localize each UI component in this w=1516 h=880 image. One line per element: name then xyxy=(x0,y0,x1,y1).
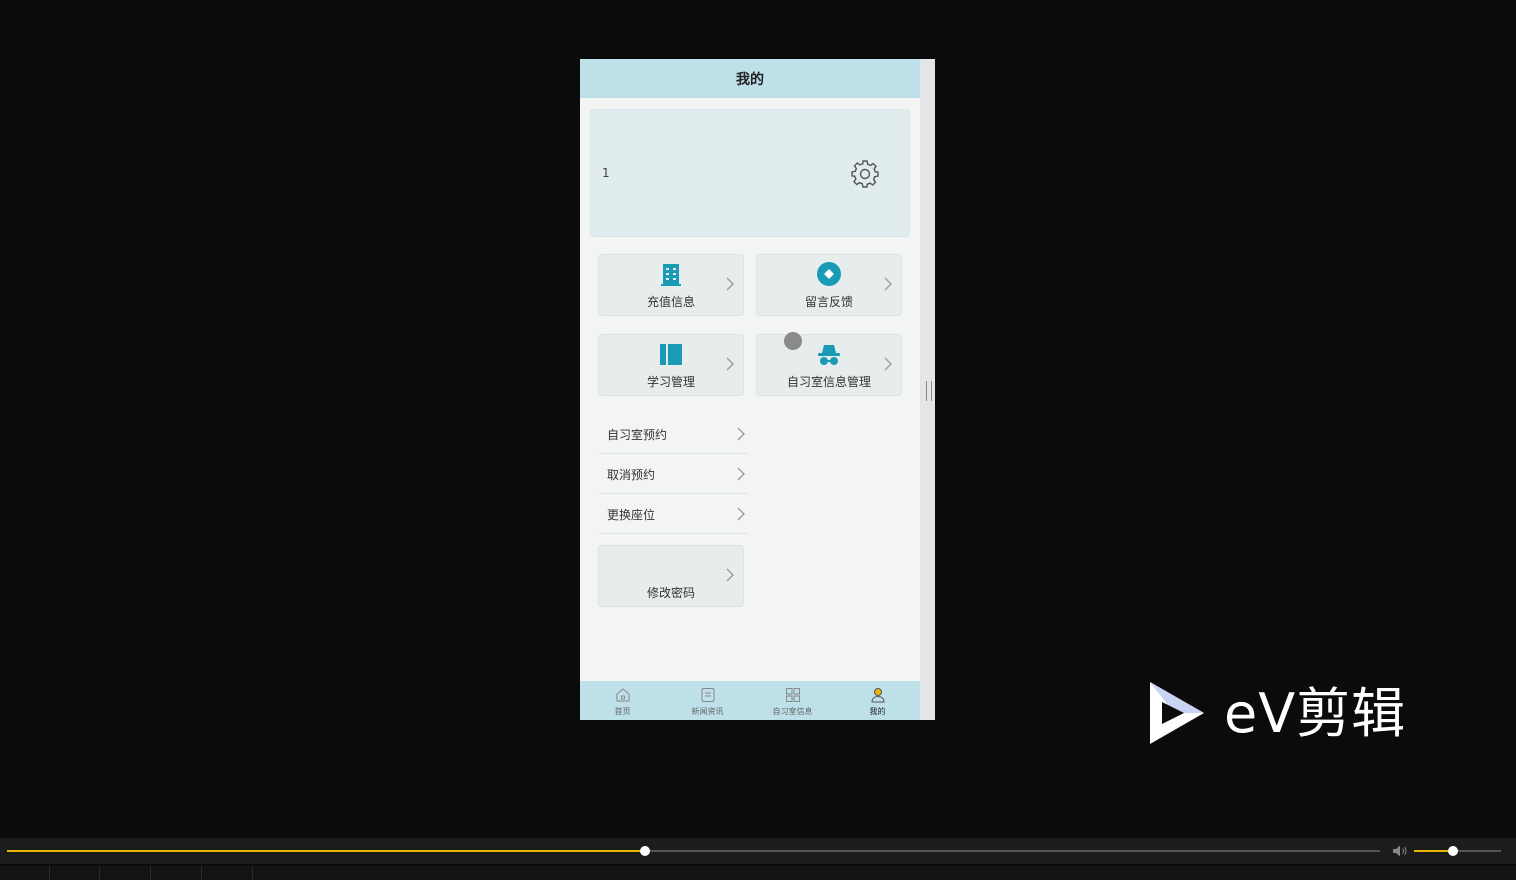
seek-bar-remaining[interactable] xyxy=(645,850,1380,852)
touch-cursor-indicator xyxy=(784,332,802,350)
strip-cell xyxy=(152,866,202,880)
tile-label: 修改密码 xyxy=(646,586,695,600)
watermark-text: eV剪辑 xyxy=(1224,682,1407,745)
profile-username: 1 xyxy=(602,166,610,180)
volume-handle[interactable] xyxy=(1448,846,1458,856)
tile-feedback[interactable]: 留言反馈 xyxy=(756,254,902,316)
tab-label: 自习室信息 xyxy=(772,707,813,716)
volume-bar-remaining[interactable] xyxy=(1454,850,1501,852)
tile-study-room-management[interactable]: 自习室信息管理 xyxy=(756,334,902,396)
building-icon xyxy=(661,264,681,286)
list-item-change-seat[interactable]: 更换座位 xyxy=(598,494,748,534)
chevron-right-icon xyxy=(884,357,892,371)
ev-watermark: eV剪辑 xyxy=(1144,676,1444,752)
chevron-right-icon xyxy=(737,467,745,481)
gear-icon[interactable] xyxy=(849,158,881,190)
chevron-right-icon xyxy=(737,507,745,521)
tile-label: 学习管理 xyxy=(646,375,695,389)
grid-icon xyxy=(786,688,800,702)
phone-screen: 我的 1 充值信息 留言反馈 学习管理 自习室信息管理 自习室预约 取消预约 更… xyxy=(580,59,935,720)
ev-play-logo-icon xyxy=(1150,682,1204,744)
strip-cell xyxy=(101,866,151,880)
seek-bar-played[interactable] xyxy=(7,850,645,852)
tile-label: 留言反馈 xyxy=(804,295,853,309)
list-item-reserve-room[interactable]: 自习室预约 xyxy=(598,414,748,454)
scrollbar-grip[interactable] xyxy=(926,381,932,401)
bottom-tab-bar: 首页 新闻资讯 自习室信息 我的 xyxy=(580,681,920,720)
chevron-right-icon xyxy=(884,277,892,291)
strip-cell xyxy=(203,866,253,880)
tile-label: 自习室信息管理 xyxy=(786,375,871,389)
home-icon xyxy=(616,688,630,702)
strip-cell xyxy=(50,866,100,880)
tab-news[interactable]: 新闻资讯 xyxy=(665,681,750,720)
tab-home[interactable]: 首页 xyxy=(580,681,665,720)
book-icon xyxy=(660,344,682,365)
chevron-right-icon xyxy=(737,427,745,441)
seek-handle[interactable] xyxy=(640,846,650,856)
list-item-label: 取消预约 xyxy=(607,468,656,482)
chevron-right-icon xyxy=(726,357,734,371)
news-icon xyxy=(701,688,715,702)
strip-cell xyxy=(0,866,50,880)
tile-recharge-info[interactable]: 充值信息 xyxy=(598,254,744,316)
incognito-icon xyxy=(818,345,840,365)
tab-label: 首页 xyxy=(614,707,631,716)
list-item-cancel-reservation[interactable]: 取消预约 xyxy=(598,454,748,494)
tab-mine[interactable]: 我的 xyxy=(835,681,920,720)
tab-study-room[interactable]: 自习室信息 xyxy=(750,681,835,720)
diamond-circle-icon xyxy=(817,262,841,286)
list-item-label: 自习室预约 xyxy=(607,428,668,442)
tab-label: 我的 xyxy=(869,707,886,716)
page-title: 我的 xyxy=(580,59,920,98)
volume-icon[interactable] xyxy=(1392,844,1408,858)
tab-label: 新闻资讯 xyxy=(691,707,724,716)
tile-study-management[interactable]: 学习管理 xyxy=(598,334,744,396)
list-item-label: 更换座位 xyxy=(607,508,656,522)
profile-card[interactable]: 1 xyxy=(590,109,910,237)
tile-change-password[interactable]: 修改密码 xyxy=(598,545,744,607)
user-icon xyxy=(871,688,885,703)
chevron-right-icon xyxy=(726,568,734,582)
tile-label: 充值信息 xyxy=(646,295,695,309)
chevron-right-icon xyxy=(726,277,734,291)
